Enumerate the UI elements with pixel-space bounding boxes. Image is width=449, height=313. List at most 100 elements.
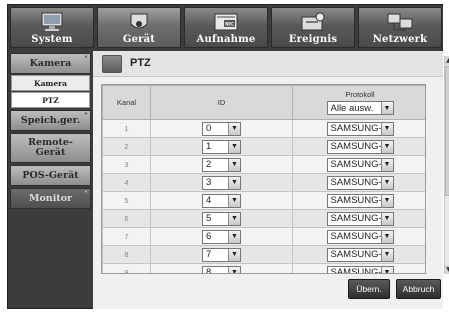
id-dropdown[interactable]: 6 ▼ — [202, 229, 241, 244]
id-cell: 7 ▼ — [150, 245, 293, 264]
protokoll-select-all-dropdown[interactable]: Alle ausw. ▼ — [326, 101, 394, 115]
dropdown-value: 3 — [206, 177, 212, 188]
dropdown-value: 0 — [206, 123, 212, 134]
id-dropdown[interactable]: 5 ▼ — [202, 211, 241, 226]
tab-ereignis[interactable]: Ereignis — [271, 7, 355, 48]
protokoll-dropdown[interactable]: SAMSUNG-E▼ — [326, 211, 394, 226]
sidebar-item-speicher[interactable]: Speich.ger. ˅ — [10, 110, 91, 131]
monitor-icon — [41, 12, 63, 31]
sidebar-subitem-kamera[interactable]: Kamera — [11, 75, 90, 91]
id-dropdown[interactable]: 2 ▼ — [202, 157, 241, 172]
protokoll-cell: SAMSUNG-E▼ — [292, 263, 425, 273]
protokoll-cell: SAMSUNG-E▼ — [292, 137, 425, 156]
id-dropdown[interactable]: 7 ▼ — [202, 247, 241, 262]
id-dropdown[interactable]: 0 ▼ — [202, 121, 241, 136]
protokoll-cell: SAMSUNG-E▼ — [292, 155, 425, 174]
tab-aufnahme[interactable]: REC Aufnahme — [184, 7, 268, 48]
id-dropdown[interactable]: 4 ▼ — [202, 193, 241, 208]
table-row: 87▼SAMSUNG-E▼ — [102, 245, 425, 264]
settings-window: System Gerät REC Aufnahme Ereignis Netzw… — [7, 4, 449, 309]
recorder-icon: REC — [214, 13, 238, 31]
table-row: 98▼SAMSUNG-E▼ — [102, 263, 425, 273]
table-row: 65▼SAMSUNG-E▼ — [102, 209, 425, 228]
dropdown-arrow-icon: ▼ — [228, 248, 240, 261]
kanal-cell: 2 — [102, 137, 151, 156]
camera-icon — [130, 13, 148, 29]
protokoll-cell: SAMSUNG-E▼ — [292, 173, 425, 192]
dropdown-value: SAMSUNG-E — [330, 231, 381, 242]
dropdown-arrow-icon: ▼ — [380, 266, 393, 273]
tab-label: Gerät — [122, 34, 156, 45]
dropdown-value: SAMSUNG-E — [330, 249, 381, 260]
dropdown-arrow-icon: ▼ — [228, 230, 240, 243]
sidebar-item-remote[interactable]: Remote- Gerät — [10, 133, 91, 163]
id-dropdown[interactable]: 3 ▼ — [202, 175, 241, 190]
table-row: 54▼SAMSUNG-E▼ — [102, 191, 425, 210]
id-cell: 0 ▼ — [150, 119, 293, 138]
sidebar-item-label: POS-Gerät — [22, 169, 79, 181]
dropdown-value: 6 — [206, 231, 212, 242]
protokoll-cell: SAMSUNG-E▼ — [292, 227, 425, 246]
protokoll-cell: SAMSUNG-E▼ — [292, 119, 425, 138]
protokoll-dropdown[interactable]: SAMSUNG-E▼ — [326, 139, 394, 154]
protokoll-dropdown[interactable]: SAMSUNG-E▼ — [326, 247, 394, 262]
table-body: 10▼SAMSUNG-E▼21▼SAMSUNG-E▼32▼SAMSUNG-E▼4… — [102, 119, 425, 273]
protokoll-dropdown[interactable]: SAMSUNG-E▼ — [326, 229, 394, 244]
tab-netzwerk[interactable]: Netzwerk — [358, 7, 442, 48]
sidebar-subitem-ptz[interactable]: PTZ — [11, 92, 90, 108]
dropdown-arrow-icon: ▼ — [380, 158, 393, 171]
dropdown-value: SAMSUNG-E — [330, 213, 381, 224]
protokoll-dropdown[interactable]: SAMSUNG-E▼ — [326, 265, 394, 273]
cancel-button[interactable]: Abbruch — [396, 279, 441, 299]
sidebar-item-label: Speich.ger. — [20, 114, 81, 126]
kanal-cell: 1 — [102, 119, 151, 138]
sidebar-item-pos[interactable]: POS-Gerät — [10, 165, 91, 186]
dropdown-arrow-icon: ▼ — [228, 176, 240, 189]
main-tab-bar: System Gerät REC Aufnahme Ereignis Netzw… — [9, 6, 443, 49]
protokoll-cell: SAMSUNG-E▼ — [292, 191, 425, 210]
scrollbar-thumb[interactable] — [445, 66, 449, 196]
sidebar-item-kamera[interactable]: Kamera ˄ — [10, 53, 91, 74]
dropdown-arrow-icon: ▼ — [380, 102, 393, 114]
table-row: 10▼SAMSUNG-E▼ — [102, 119, 425, 138]
table-row: 32▼SAMSUNG-E▼ — [102, 155, 425, 174]
scroll-down-arrow-icon[interactable]: ▼ — [445, 265, 449, 274]
apply-button[interactable]: Übern. — [348, 279, 390, 299]
id-cell: 3 ▼ — [150, 173, 293, 192]
column-header-kanal: Kanal — [102, 85, 151, 120]
id-dropdown[interactable]: 1 ▼ — [202, 139, 241, 154]
tab-label: Ereignis — [288, 34, 338, 45]
id-cell: 4 ▼ — [150, 191, 293, 210]
id-dropdown[interactable]: 8 ▼ — [202, 265, 241, 273]
dropdown-arrow-icon: ▼ — [380, 176, 393, 189]
id-cell: 2 ▼ — [150, 155, 293, 174]
dropdown-arrow-icon: ▼ — [380, 194, 393, 207]
tab-geraet[interactable]: Gerät — [97, 7, 181, 48]
protokoll-dropdown[interactable]: SAMSUNG-E▼ — [326, 157, 394, 172]
sidebar: Kamera ˄ Kamera PTZ Speich.ger. ˅ Remote… — [9, 51, 92, 308]
dropdown-arrow-icon: ▼ — [380, 140, 393, 153]
protokoll-dropdown[interactable]: SAMSUNG-E▼ — [326, 121, 394, 136]
ptz-table: Kanal ID Protokoll Alle ausw. ▼ 1 0 ▼ SAMSU… — [101, 84, 426, 274]
scroll-up-arrow-icon[interactable]: ▲ — [445, 56, 449, 65]
column-header-id: ID — [150, 85, 293, 120]
dropdown-arrow-icon: ▼ — [380, 212, 393, 225]
protokoll-dropdown[interactable]: SAMSUNG-E▼ — [326, 193, 394, 208]
content-header: PTZ — [93, 51, 443, 77]
dropdown-arrow-icon: ▼ — [228, 266, 240, 273]
dropdown-arrow-icon: ▼ — [228, 158, 240, 171]
kanal-cell: 3 — [102, 155, 151, 174]
dropdown-arrow-icon: ▼ — [228, 122, 240, 135]
sidebar-item-label: Monitor — [28, 192, 73, 204]
vertical-scrollbar[interactable]: ▲ ▼ — [444, 56, 449, 274]
sidebar-item-monitor[interactable]: Monitor ˅ — [10, 188, 91, 209]
dropdown-value: SAMSUNG-E — [330, 177, 381, 188]
kanal-cell: 8 — [102, 245, 151, 264]
id-cell: 5 ▼ — [150, 209, 293, 228]
page-title: PTZ — [130, 57, 151, 69]
dropdown-arrow-icon: ▼ — [380, 248, 393, 261]
dropdown-value: 2 — [206, 159, 212, 170]
dropdown-value: SAMSUNG-E — [330, 123, 381, 134]
tab-system[interactable]: System — [10, 7, 94, 48]
protokoll-dropdown[interactable]: SAMSUNG-E▼ — [326, 175, 394, 190]
